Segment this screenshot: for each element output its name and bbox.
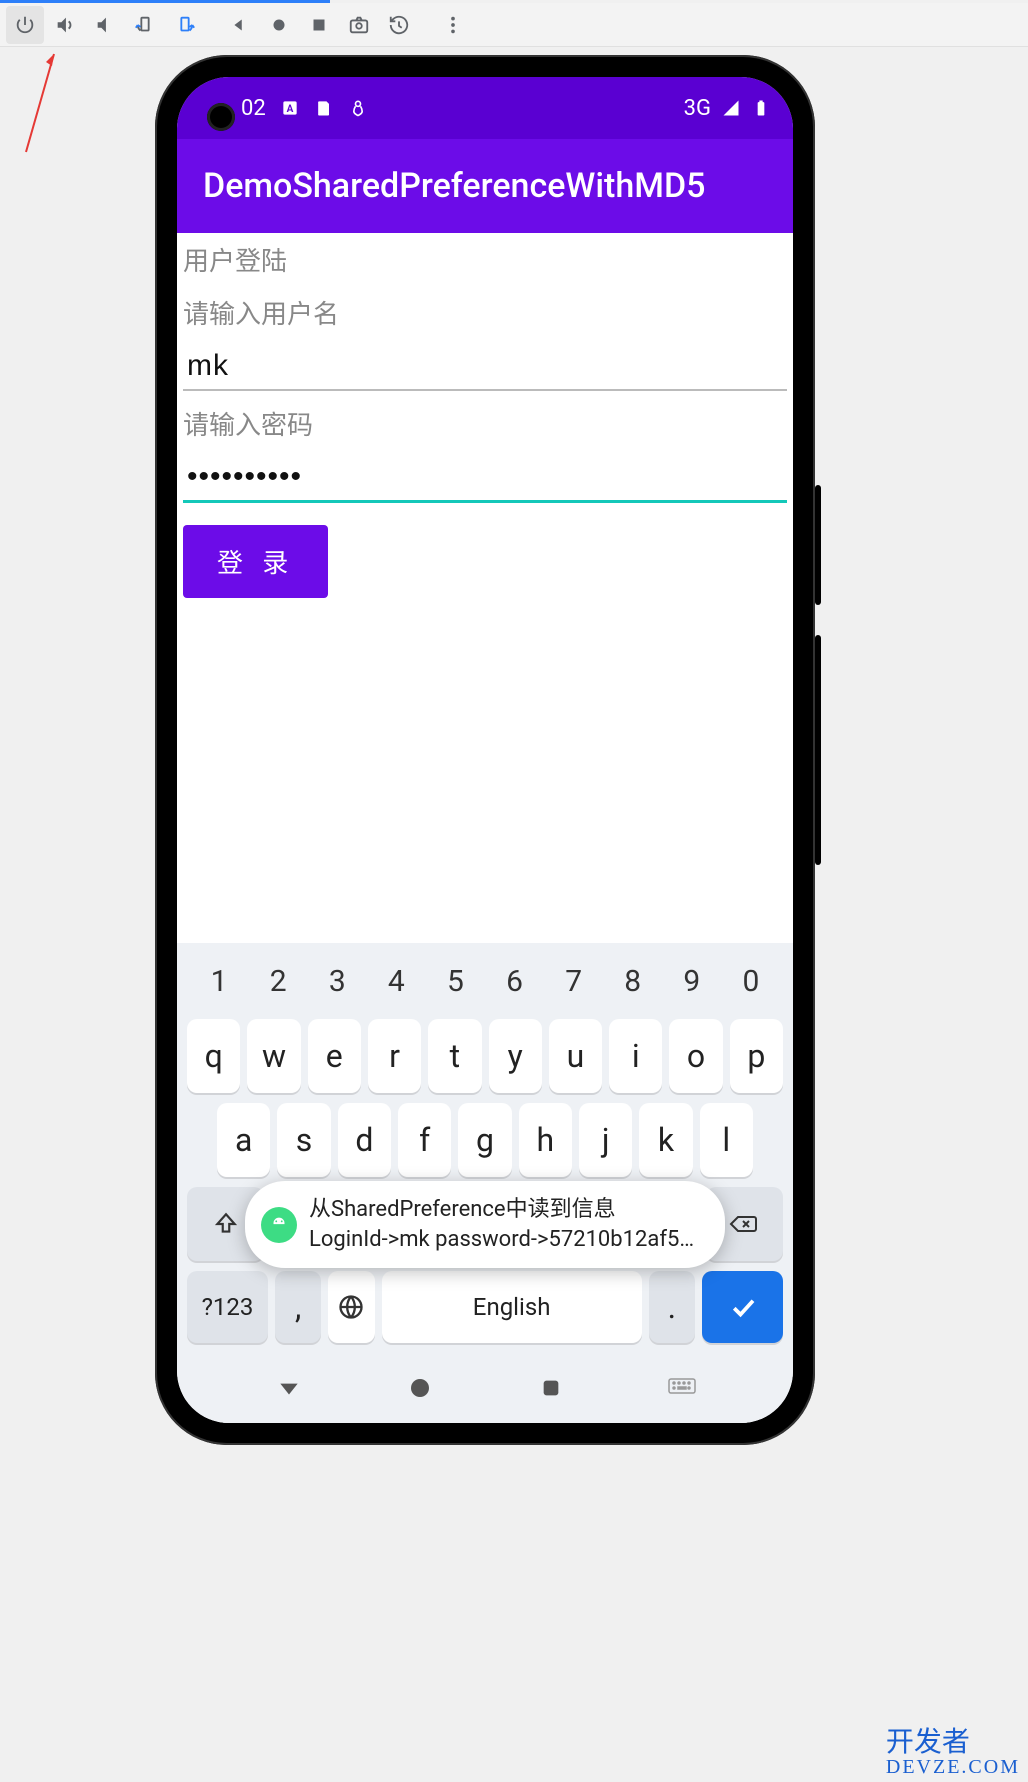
nav-keyboard-icon[interactable] xyxy=(658,1364,706,1412)
record-icon[interactable] xyxy=(260,6,298,44)
phone-camera xyxy=(207,103,235,131)
android-status-bar: 02 A 3G xyxy=(177,77,793,139)
network-type: 3G xyxy=(684,96,711,121)
watermark-line1: 开发者 xyxy=(886,1728,1020,1757)
key-7[interactable]: 7 xyxy=(548,953,600,1009)
power-icon[interactable] xyxy=(6,6,44,44)
key-2[interactable]: 2 xyxy=(252,953,304,1009)
key-u[interactable]: u xyxy=(549,1019,602,1093)
emulator-toolbar xyxy=(0,3,1028,47)
annotation-arrow xyxy=(20,48,60,158)
app-bar: DemoSharedPreferenceWithMD5 xyxy=(177,139,793,233)
debug-icon xyxy=(348,98,368,118)
sd-card-icon xyxy=(314,98,334,118)
form-heading: 用户登陆 xyxy=(177,233,793,286)
key-t[interactable]: t xyxy=(428,1019,481,1093)
symbols-key[interactable]: ?123 xyxy=(187,1271,268,1343)
period-key[interactable]: . xyxy=(649,1271,695,1343)
key-1[interactable]: 1 xyxy=(193,953,245,1009)
key-r[interactable]: r xyxy=(368,1019,421,1093)
key-e[interactable]: e xyxy=(308,1019,361,1093)
watermark: 开发者 DEVZE.COM xyxy=(886,1728,1020,1778)
key-4[interactable]: 4 xyxy=(370,953,422,1009)
key-5[interactable]: 5 xyxy=(429,953,481,1009)
password-input[interactable] xyxy=(187,460,783,494)
key-i[interactable]: i xyxy=(609,1019,662,1093)
volume-up-icon[interactable] xyxy=(46,6,84,44)
key-s[interactable]: s xyxy=(277,1103,330,1177)
comma-key[interactable]: , xyxy=(275,1271,321,1343)
key-8[interactable]: 8 xyxy=(607,953,659,1009)
phone-side-button xyxy=(815,635,821,865)
key-y[interactable]: y xyxy=(489,1019,542,1093)
login-form: 用户登陆 请输入用户名 请输入密码 登 录 xyxy=(177,233,793,614)
key-0[interactable]: 0 xyxy=(725,953,777,1009)
key-f[interactable]: f xyxy=(398,1103,451,1177)
toast-line1: 从SharedPreference中读到信息 xyxy=(309,1195,705,1225)
content-filler xyxy=(177,614,793,943)
key-k[interactable]: k xyxy=(639,1103,692,1177)
android-icon xyxy=(261,1207,297,1243)
login-button[interactable]: 登 录 xyxy=(183,525,328,598)
stop-icon[interactable] xyxy=(300,6,338,44)
back-icon[interactable] xyxy=(220,6,258,44)
password-label: 请输入密码 xyxy=(177,397,793,450)
username-label: 请输入用户名 xyxy=(177,286,793,339)
toast-line2: LoginId->mk password->57210b12af5… xyxy=(309,1225,705,1255)
app-title: DemoSharedPreferenceWithMD5 xyxy=(203,166,706,206)
nav-recents-icon[interactable] xyxy=(527,1364,575,1412)
key-w[interactable]: w xyxy=(247,1019,300,1093)
svg-text:A: A xyxy=(286,104,293,115)
rotate-left-icon[interactable] xyxy=(126,6,164,44)
phone-side-button xyxy=(815,485,821,605)
language-key[interactable] xyxy=(328,1271,374,1343)
nav-home-icon[interactable] xyxy=(396,1364,444,1412)
key-q[interactable]: q xyxy=(187,1019,240,1093)
key-l[interactable]: l xyxy=(700,1103,753,1177)
soft-keyboard: 1234567890 qwertyuiop asdfghjkl zxcvbnm … xyxy=(177,943,793,1423)
key-o[interactable]: o xyxy=(669,1019,722,1093)
more-icon[interactable] xyxy=(434,6,472,44)
space-key[interactable]: English xyxy=(382,1271,642,1343)
password-field-wrap xyxy=(183,450,787,503)
phone-frame: 02 A 3G DemoSharedPreferenceWithMD5 用户登陆… xyxy=(155,55,815,1445)
screenshot-icon[interactable] xyxy=(340,6,378,44)
key-a[interactable]: a xyxy=(217,1103,270,1177)
key-6[interactable]: 6 xyxy=(489,953,541,1009)
nav-back-icon[interactable] xyxy=(265,1364,313,1412)
key-d[interactable]: d xyxy=(338,1103,391,1177)
android-nav-bar xyxy=(183,1353,787,1423)
key-h[interactable]: h xyxy=(519,1103,572,1177)
volume-down-icon[interactable] xyxy=(86,6,124,44)
signal-icon xyxy=(721,98,741,118)
watermark-line2: DEVZE.COM xyxy=(886,1757,1020,1778)
keyboard-indicator-icon: A xyxy=(280,98,300,118)
key-3[interactable]: 3 xyxy=(311,953,363,1009)
battery-icon xyxy=(751,98,771,118)
key-g[interactable]: g xyxy=(458,1103,511,1177)
history-icon[interactable] xyxy=(380,6,418,44)
enter-key[interactable] xyxy=(702,1271,783,1343)
username-field-wrap xyxy=(183,339,787,391)
key-9[interactable]: 9 xyxy=(666,953,718,1009)
key-p[interactable]: p xyxy=(730,1019,783,1093)
key-j[interactable]: j xyxy=(579,1103,632,1177)
status-time: 02 xyxy=(241,96,266,121)
toast-message: 从SharedPreference中读到信息 LoginId->mk passw… xyxy=(245,1181,725,1268)
rotate-right-icon[interactable] xyxy=(166,6,204,44)
phone-screen: 02 A 3G DemoSharedPreferenceWithMD5 用户登陆… xyxy=(177,77,793,1423)
username-input[interactable] xyxy=(187,349,783,383)
